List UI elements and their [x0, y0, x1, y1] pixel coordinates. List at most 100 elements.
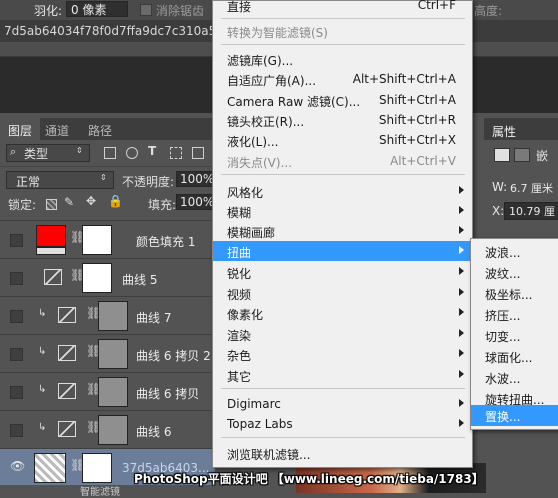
- menu-separator: [221, 437, 465, 438]
- clipping-arrow-icon: ↳: [38, 308, 47, 319]
- antialias-checkbox[interactable]: [140, 4, 152, 16]
- menu-item-adaptive-wide-angle[interactable]: 自适应广角(A)... Alt+Shift+Ctrl+A: [213, 69, 472, 89]
- lock-move-icon[interactable]: ✥: [86, 194, 96, 208]
- layer-mask-thumbnail[interactable]: [82, 225, 112, 255]
- submenu-item-spherize[interactable]: 球面化...: [471, 346, 558, 367]
- filter-menu: 直接 Ctrl+F 转换为智能滤镜(S) 滤镜库(G)... 自适应广角(A).…: [212, 0, 473, 468]
- menu-separator: [221, 388, 465, 389]
- x-value[interactable]: 10.79 厘: [504, 202, 558, 220]
- opacity-input[interactable]: 100%: [176, 171, 216, 187]
- submenu-arrow-icon: [459, 226, 464, 234]
- mask-icon[interactable]: [514, 148, 530, 162]
- visibility-toggle[interactable]: [10, 386, 23, 399]
- layer-mask-thumbnail[interactable]: [98, 301, 128, 331]
- layer-row[interactable]: ⛓ 颜色填充 1: [0, 220, 215, 258]
- menu-item-filter-gallery[interactable]: 滤镜库(G)...: [213, 49, 472, 69]
- menu-item-liquify[interactable]: 液化(L)... Shift+Ctrl+X: [213, 130, 472, 150]
- shape-filter-icon[interactable]: [170, 147, 182, 159]
- visibility-toggle[interactable]: [10, 424, 23, 437]
- menu-item-other[interactable]: 其它: [213, 365, 472, 385]
- menu-item-digimarc[interactable]: Digimarc: [213, 394, 472, 414]
- adjustment-filter-icon[interactable]: [126, 147, 138, 159]
- lock-transparency-icon[interactable]: [46, 199, 57, 210]
- submenu-item-ripple[interactable]: 波纹...: [471, 262, 558, 283]
- width-value[interactable]: 6.7 厘米: [510, 180, 553, 196]
- layer-row[interactable]: ↳ ⛓ 曲线 7: [0, 296, 215, 334]
- submenu-item-zigzag[interactable]: 水波...: [471, 367, 558, 388]
- menu-item-blur[interactable]: 模糊: [213, 201, 472, 221]
- tab-paths[interactable]: 路径: [88, 122, 112, 139]
- layer-row[interactable]: ↳ ⛓ 曲线 6 拷贝 2: [0, 334, 215, 372]
- layers-panel-tabs: 图层 通道 路径: [0, 118, 215, 140]
- submenu-arrow-icon: [459, 370, 464, 378]
- menu-item-video[interactable]: 视频: [213, 283, 472, 303]
- menu-item-label: 转换为智能滤镜(S): [227, 26, 328, 40]
- menu-item-vanishing-point[interactable]: 消失点(V)... Alt+Ctrl+V: [213, 151, 472, 171]
- pixel-filter-icon[interactable]: [104, 147, 116, 159]
- tab-layers[interactable]: 图层: [8, 122, 32, 139]
- lock-all-icon[interactable]: 🔒: [108, 194, 123, 208]
- menu-item-shortcut: Ctrl+F: [417, 0, 456, 12]
- menu-item-sharpen[interactable]: 锐化: [213, 262, 472, 282]
- visibility-toggle[interactable]: [10, 310, 23, 323]
- submenu-item-wave[interactable]: 波浪...: [471, 241, 558, 262]
- menu-item-label: 锐化: [227, 267, 252, 281]
- menu-item-noise[interactable]: 杂色: [213, 344, 472, 364]
- menu-item-distort[interactable]: 扭曲: [213, 241, 472, 261]
- lock-brush-icon[interactable]: ✎: [64, 195, 74, 209]
- menu-item-shortcut: Shift+Ctrl+A: [379, 93, 456, 107]
- smart-object-icon: [494, 148, 510, 162]
- menu-item-blur-gallery[interactable]: 模糊画廊: [213, 221, 472, 241]
- visibility-toggle[interactable]: [10, 272, 23, 285]
- menu-item-lens-correction[interactable]: 镜头校正(R)... Shift+Ctrl+R: [213, 110, 472, 130]
- curves-adjustment-icon: [44, 269, 62, 285]
- submenu-arrow-icon: [459, 186, 464, 194]
- layer-row[interactable]: ↳ ⛓ 曲线 6: [0, 410, 215, 448]
- menu-item-convert-smart-filter[interactable]: 转换为智能滤镜(S): [213, 21, 472, 41]
- submenu-arrow-icon: [459, 349, 464, 357]
- smart-object-filter-icon[interactable]: [192, 147, 204, 159]
- fill-input[interactable]: 100%: [176, 194, 216, 210]
- submenu-item-pinch[interactable]: 挤压...: [471, 304, 558, 325]
- menu-separator: [221, 174, 465, 175]
- menu-item-camera-raw[interactable]: Camera Raw 滤镜(C)... Shift+Ctrl+A: [213, 90, 472, 110]
- layer-row[interactable]: ⛓ 曲线 5: [0, 258, 215, 296]
- layer-name: 曲线 6 拷贝 2: [136, 349, 211, 363]
- menu-item-label: 风格化: [227, 186, 264, 200]
- menu-item-label: Topaz Labs: [227, 417, 293, 431]
- submenu-item-polar-coordinates[interactable]: 极坐标...: [471, 283, 558, 304]
- smart-object-thumbnail[interactable]: [34, 453, 66, 483]
- layer-mask-thumbnail[interactable]: [98, 415, 128, 445]
- layer-mask-thumbnail[interactable]: [98, 377, 128, 407]
- menu-item-last-filter[interactable]: 直接 Ctrl+F: [213, 0, 472, 15]
- feather-input[interactable]: 0 像素: [66, 1, 128, 17]
- menu-item-label: 液化(L)...: [227, 135, 279, 149]
- tab-channels[interactable]: 通道: [45, 122, 69, 139]
- type-filter-icon[interactable]: T: [148, 144, 156, 158]
- menu-item-pixelate[interactable]: 像素化: [213, 303, 472, 323]
- layer-row[interactable]: ↳ ⛓ 曲线 6 拷贝: [0, 372, 215, 410]
- menu-item-topaz-labs[interactable]: Topaz Labs: [213, 414, 472, 434]
- submenu-item-shear[interactable]: 切变...: [471, 325, 558, 346]
- layer-mask-thumbnail[interactable]: [98, 339, 128, 369]
- layer-mask-thumbnail[interactable]: [82, 453, 112, 483]
- eye-icon[interactable]: 👁: [10, 459, 25, 473]
- chevron-updown-icon: ⇕: [100, 173, 107, 182]
- submenu-arrow-icon: [459, 206, 464, 214]
- menu-item-render[interactable]: 渲染: [213, 324, 472, 344]
- submenu-arrow-icon: [459, 267, 464, 275]
- chevron-updown-icon: ⇕: [76, 146, 83, 155]
- menu-item-label: 模糊: [227, 206, 252, 220]
- layer-mask-thumbnail[interactable]: [82, 263, 112, 293]
- visibility-toggle[interactable]: [10, 234, 23, 247]
- menu-item-label: 直接: [227, 0, 252, 14]
- menu-item-stylize[interactable]: 风格化: [213, 181, 472, 201]
- submenu-item-label: 置换...: [485, 410, 521, 424]
- smart-filter-label: 智能滤镜: [80, 487, 120, 498]
- menu-item-label: 视频: [227, 288, 252, 302]
- layer-filter-row: ⌕ 类型 ⇕ T: [0, 140, 215, 166]
- menu-item-browse-online-filters[interactable]: 浏览联机滤镜...: [213, 443, 472, 463]
- submenu-item-displace[interactable]: 置换...: [471, 405, 558, 426]
- visibility-toggle[interactable]: [10, 348, 23, 361]
- properties-tab[interactable]: 属性: [484, 118, 558, 140]
